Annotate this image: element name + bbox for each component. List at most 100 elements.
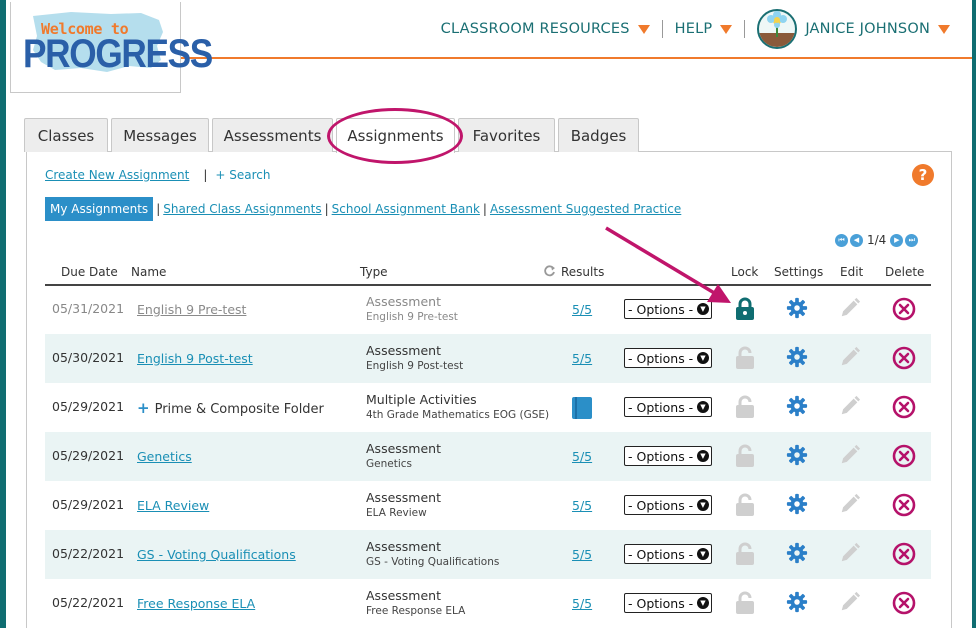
dropdown-triangle-icon <box>720 24 733 34</box>
filter-shared-class[interactable]: Shared Class Assignments <box>163 202 321 216</box>
unlock-icon[interactable] <box>735 395 755 419</box>
classroom-resources-menu[interactable]: CLASSROOM RESOURCES <box>441 21 650 37</box>
help-label: HELP <box>674 21 713 37</box>
pencil-icon[interactable] <box>839 493 861 515</box>
gear-icon[interactable] <box>786 591 808 613</box>
assignment-subtype: English 9 Pre-test <box>366 311 458 323</box>
assignment-link[interactable]: Genetics <box>137 449 192 464</box>
tab-assignments[interactable]: Assignments <box>336 118 455 153</box>
refresh-icon[interactable] <box>543 264 556 278</box>
due-date: 05/31/2021 <box>52 301 125 316</box>
assignment-type: Assessment <box>366 343 441 358</box>
gear-icon[interactable] <box>786 493 808 515</box>
tab-classes[interactable]: Classes <box>24 118 108 152</box>
results-link[interactable]: 5/5 <box>572 596 592 611</box>
chevron-down-icon: ▼ <box>697 352 709 364</box>
delete-icon[interactable] <box>892 346 916 370</box>
col-settings: Settings <box>774 265 824 279</box>
options-select[interactable]: - Options - ▼ <box>624 299 712 319</box>
assignment-type: Assessment <box>366 588 441 603</box>
assignment-type: Multiple Activities <box>366 392 477 407</box>
pagination: ⏮ ◀ 1/4 ▶ ⏭ <box>834 233 919 247</box>
chevron-down-icon: ▼ <box>697 401 709 413</box>
results-link[interactable]: 5/5 <box>572 449 592 464</box>
results-link[interactable]: 5/5 <box>572 302 592 317</box>
tab-favorites[interactable]: Favorites <box>458 118 555 152</box>
filter-separator: | <box>482 202 487 216</box>
gear-icon[interactable] <box>786 297 808 319</box>
results: 5/5 <box>572 302 592 317</box>
options-value: - Options - <box>628 448 694 464</box>
options-select[interactable]: - Options - ▼ <box>624 593 712 613</box>
results-link[interactable]: 5/5 <box>572 547 592 562</box>
options-select[interactable]: - Options - ▼ <box>624 348 712 368</box>
options-select[interactable]: - Options - ▼ <box>624 544 712 564</box>
delete-icon[interactable] <box>892 493 916 517</box>
pencil-icon[interactable] <box>839 395 861 417</box>
unlock-icon[interactable] <box>735 346 755 370</box>
tab-messages[interactable]: Messages <box>111 118 209 152</box>
chevron-down-icon: ▼ <box>697 548 709 560</box>
pencil-icon[interactable] <box>839 444 861 466</box>
delete-icon[interactable] <box>892 444 916 468</box>
help-icon[interactable]: ? <box>912 164 934 186</box>
results: 5/5 <box>572 498 592 513</box>
options-select[interactable]: - Options - ▼ <box>624 397 712 417</box>
search-link[interactable]: + Search <box>215 168 270 182</box>
assignment-link[interactable]: GS - Voting Qualifications <box>137 547 296 562</box>
delete-icon[interactable] <box>892 591 916 615</box>
main-tabs: Classes Messages Assessments Assignments… <box>24 118 642 153</box>
create-new-assignment-link[interactable]: Create New Assignment <box>45 168 189 182</box>
table-row: 05/29/2021 Genetics Assessment Genetics … <box>45 432 931 481</box>
expand-plus-icon[interactable]: + <box>137 399 150 417</box>
assignment-subtype: ELA Review <box>366 507 427 519</box>
assignment-link[interactable]: ELA Review <box>137 498 209 513</box>
filter-suggested-practice[interactable]: Assessment Suggested Practice <box>490 202 681 216</box>
gear-icon[interactable] <box>786 346 808 368</box>
gear-icon[interactable] <box>786 395 808 417</box>
assignment-link[interactable]: English 9 Post-test <box>137 351 253 366</box>
delete-icon[interactable] <box>892 542 916 566</box>
user-menu[interactable]: JANICE JOHNSON <box>757 9 950 49</box>
col-name[interactable]: Name <box>131 265 166 279</box>
results-link[interactable]: 5/5 <box>572 498 592 513</box>
pencil-icon[interactable] <box>839 591 861 613</box>
filter-separator: | <box>156 202 161 216</box>
assignment-type: Assessment <box>366 294 441 309</box>
pencil-icon[interactable] <box>839 297 861 319</box>
last-page-icon[interactable]: ⏭ <box>905 233 919 247</box>
filter-school-bank[interactable]: School Assignment Bank <box>332 202 480 216</box>
col-due-date[interactable]: Due Date <box>61 265 118 279</box>
pencil-icon[interactable] <box>839 346 861 368</box>
site-logo[interactable]: Welcome to PROGRESS <box>10 2 213 93</box>
options-select[interactable]: - Options - ▼ <box>624 446 712 466</box>
tab-assessments[interactable]: Assessments <box>212 118 333 152</box>
unlock-icon[interactable] <box>735 444 755 468</box>
results-link[interactable]: 5/5 <box>572 351 592 366</box>
col-type[interactable]: Type <box>360 265 388 279</box>
next-page-icon[interactable]: ▶ <box>890 233 904 247</box>
unlock-icon[interactable] <box>735 591 755 615</box>
gear-icon[interactable] <box>786 542 808 564</box>
filter-my-assignments[interactable]: My Assignments <box>45 197 154 221</box>
folder-name[interactable]: + Prime & Composite Folder <box>137 399 324 417</box>
book-icon[interactable] <box>572 397 592 419</box>
gear-icon[interactable] <box>786 444 808 466</box>
col-results[interactable]: Results <box>561 265 604 279</box>
unlock-icon[interactable] <box>735 542 755 566</box>
lock-icon[interactable] <box>735 297 755 321</box>
unlock-icon[interactable] <box>735 493 755 517</box>
first-page-icon[interactable]: ⏮ <box>835 233 848 247</box>
help-menu[interactable]: HELP <box>675 21 733 37</box>
assignment-link[interactable]: Free Response ELA <box>137 596 255 611</box>
delete-icon[interactable] <box>892 395 916 419</box>
options-select[interactable]: - Options - ▼ <box>624 495 712 515</box>
assignment-link[interactable]: English 9 Pre-test <box>137 302 246 317</box>
prev-page-icon[interactable]: ◀ <box>850 233 863 247</box>
pencil-icon[interactable] <box>839 542 861 564</box>
due-date: 05/22/2021 <box>52 546 125 561</box>
tab-badges[interactable]: Badges <box>558 118 639 152</box>
assignment-name: Free Response ELA <box>137 596 255 611</box>
delete-icon[interactable] <box>892 297 916 321</box>
assignment-name: GS - Voting Qualifications <box>137 547 296 562</box>
